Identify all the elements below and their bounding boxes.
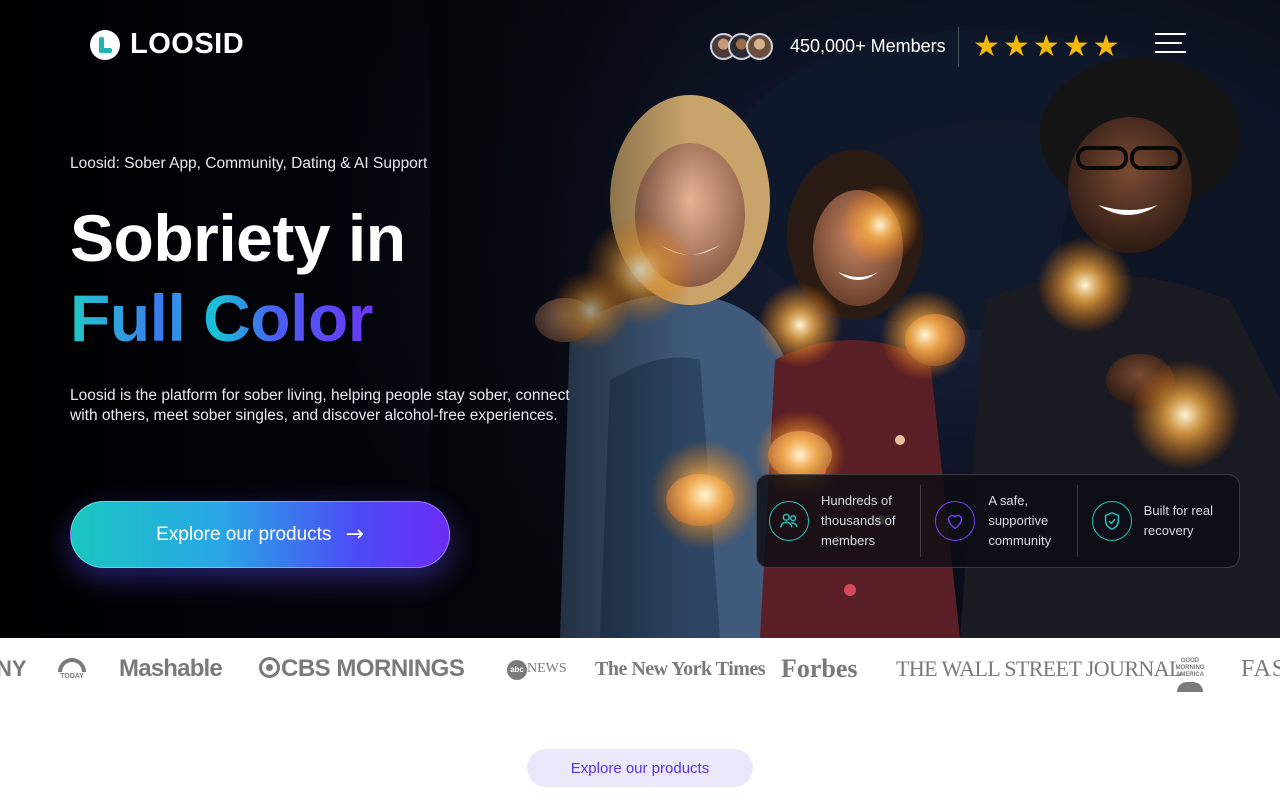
features-card: Hundreds of thousands of members A safe,… [756,474,1240,568]
feature-text: A safe, supportive community [988,493,1052,548]
rating-stars: ★ ★ ★ ★ ★ [973,30,1120,64]
header-divider [958,27,959,67]
press-logo-today: TODAY [57,652,87,681]
hero-description: Loosid is the platform for sober living,… [70,387,570,424]
member-avatars [710,33,773,60]
press-logo-nytimes: The New York Times [595,658,766,680]
feature-item: A safe, supportive community [921,486,1076,556]
feature-text: Hundreds of thousands of members [821,493,896,548]
press-logos-strip: NY TODAY Mashable CBS MORNINGS abc NEWS T… [0,638,1280,700]
hero-title-line1: Sobriety in [70,201,406,275]
hero-title-line2: Full Color [70,278,373,358]
abc-ball-icon: abc [507,660,527,680]
hero-eyebrow: Loosid: Sober App, Community, Dating & A… [70,155,428,172]
today-rainbow-icon [58,658,86,672]
avatar [746,33,773,60]
press-logo-ny: NY [0,656,27,681]
press-logo-abc-news: abc NEWS [507,652,567,686]
press-logo-wsj: THE WALL STREET JOURNAL [896,656,1182,681]
star-icon: ★ [1032,29,1060,64]
press-logo-cbs: CBS MORNINGS [259,652,465,686]
members-badge: 450,000+ Members [710,33,946,60]
arrow-right-icon: → [345,522,364,547]
explore-products-button[interactable]: Explore our products → [70,501,450,568]
pill-label: Explore our products [570,759,710,777]
explore-products-pill[interactable]: Explore our products [527,749,753,787]
people-icon [769,501,809,541]
press-logo-forbes: Forbes [781,654,858,683]
press-logo-fast-company: FAST [1241,656,1280,682]
brand-name: LOOSID [130,28,245,60]
feature-text: Built for real recovery [1143,503,1214,538]
shield-check-icon [1091,501,1132,541]
loosid-logo-icon [90,29,120,60]
hamburger-icon-line [1155,33,1186,35]
heart-icon [935,501,976,541]
press-logo-gma: GOOD MORNING AMERICA [1173,658,1207,692]
star-icon: ★ [1092,29,1120,64]
feature-item: Hundreds of thousands of members [757,486,920,556]
cbs-eye-icon [259,657,280,678]
members-count: 450,000+ Members [790,36,946,56]
cta-label: Explore our products [156,523,332,545]
hamburger-icon-line [1155,51,1186,53]
hamburger-menu-button[interactable] [1155,31,1187,55]
press-logo-mashable: Mashable [119,655,223,682]
gma-sun-icon [1177,682,1203,692]
hamburger-icon-line [1155,42,1182,44]
brand-logo[interactable]: LOOSID [90,28,244,61]
star-icon: ★ [1062,29,1090,64]
hero-section: LOOSID 450,000+ Members ★ ★ ★ ★ ★ Loosid… [0,0,1280,638]
feature-item: Built for real recovery [1078,486,1239,556]
star-icon: ★ [973,29,1000,64]
star-icon: ★ [1002,29,1030,64]
